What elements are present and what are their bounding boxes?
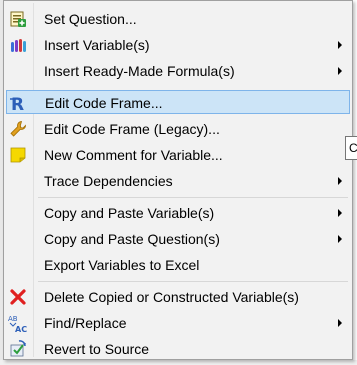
submenu-arrow-icon bbox=[338, 235, 342, 243]
menu-item-label: Revert to Source bbox=[44, 341, 150, 357]
submenu-arrow-icon bbox=[338, 67, 342, 75]
svg-text:R: R bbox=[11, 95, 24, 112]
tooltip-partial: C bbox=[345, 136, 357, 160]
menu-item-copy-paste-variables[interactable]: Copy and Paste Variable(s) bbox=[6, 201, 350, 225]
menu-item-set-question[interactable]: Set Question... bbox=[6, 7, 350, 31]
wrench-icon bbox=[8, 119, 28, 139]
r-code-frame-icon: R bbox=[9, 93, 29, 113]
menu-item-label: Set Question... bbox=[44, 11, 137, 27]
svg-text:AB: AB bbox=[8, 315, 18, 323]
submenu-arrow-icon bbox=[338, 41, 342, 49]
submenu-arrow-icon bbox=[338, 319, 342, 327]
menu-item-revert-to-source[interactable]: Revert to Source bbox=[6, 337, 350, 361]
set-question-icon bbox=[8, 9, 28, 29]
menu-item-find-replace[interactable]: AB AC Find/Replace bbox=[6, 311, 350, 335]
red-x-icon bbox=[8, 287, 28, 307]
menu-item-label: Insert Variable(s) bbox=[44, 37, 150, 53]
menu-item-label: New Comment for Variable... bbox=[44, 147, 223, 163]
menu-item-insert-ready-made-formulas[interactable]: Insert Ready-Made Formula(s) bbox=[6, 59, 350, 83]
menu-item-label: Export Variables to Excel bbox=[44, 257, 200, 273]
menu-item-copy-paste-questions[interactable]: Copy and Paste Question(s) bbox=[6, 227, 350, 251]
menu-item-delete-variables[interactable]: Delete Copied or Constructed Variable(s) bbox=[6, 285, 350, 309]
revert-icon bbox=[8, 339, 28, 359]
menu-item-label: Edit Code Frame... bbox=[45, 95, 163, 111]
menu-item-label: Copy and Paste Variable(s) bbox=[44, 205, 215, 221]
menu-item-insert-variables[interactable]: Insert Variable(s) bbox=[6, 33, 350, 57]
menu-item-trace-dependencies[interactable]: Trace Dependencies bbox=[6, 169, 350, 193]
menu-separator bbox=[38, 281, 348, 282]
menu-item-label: Insert Ready-Made Formula(s) bbox=[44, 63, 235, 79]
menu-item-edit-code-frame-legacy[interactable]: Edit Code Frame (Legacy)... bbox=[6, 117, 350, 141]
menu-item-new-comment[interactable]: New Comment for Variable... bbox=[6, 143, 350, 167]
submenu-arrow-icon bbox=[338, 209, 342, 217]
submenu-arrow-icon bbox=[338, 177, 342, 185]
menu-item-export-variables-excel[interactable]: Export Variables to Excel bbox=[6, 253, 350, 277]
menu-item-label: Copy and Paste Question(s) bbox=[44, 231, 220, 247]
find-replace-icon: AB AC bbox=[8, 313, 28, 333]
insert-variable-icon bbox=[8, 35, 28, 55]
menu-item-label: Trace Dependencies bbox=[44, 173, 173, 189]
menu-item-label: Find/Replace bbox=[44, 315, 127, 331]
svg-text:AC: AC bbox=[15, 325, 27, 333]
menu-separator bbox=[38, 197, 348, 198]
menu-item-label: Edit Code Frame (Legacy)... bbox=[44, 121, 220, 137]
menu-item-edit-code-frame[interactable]: R Edit Code Frame... bbox=[6, 90, 350, 114]
context-menu: Set Question... Insert Variable(s) Inser… bbox=[3, 0, 353, 360]
menu-item-label: Delete Copied or Constructed Variable(s) bbox=[44, 289, 299, 305]
sticky-note-icon bbox=[8, 145, 28, 165]
